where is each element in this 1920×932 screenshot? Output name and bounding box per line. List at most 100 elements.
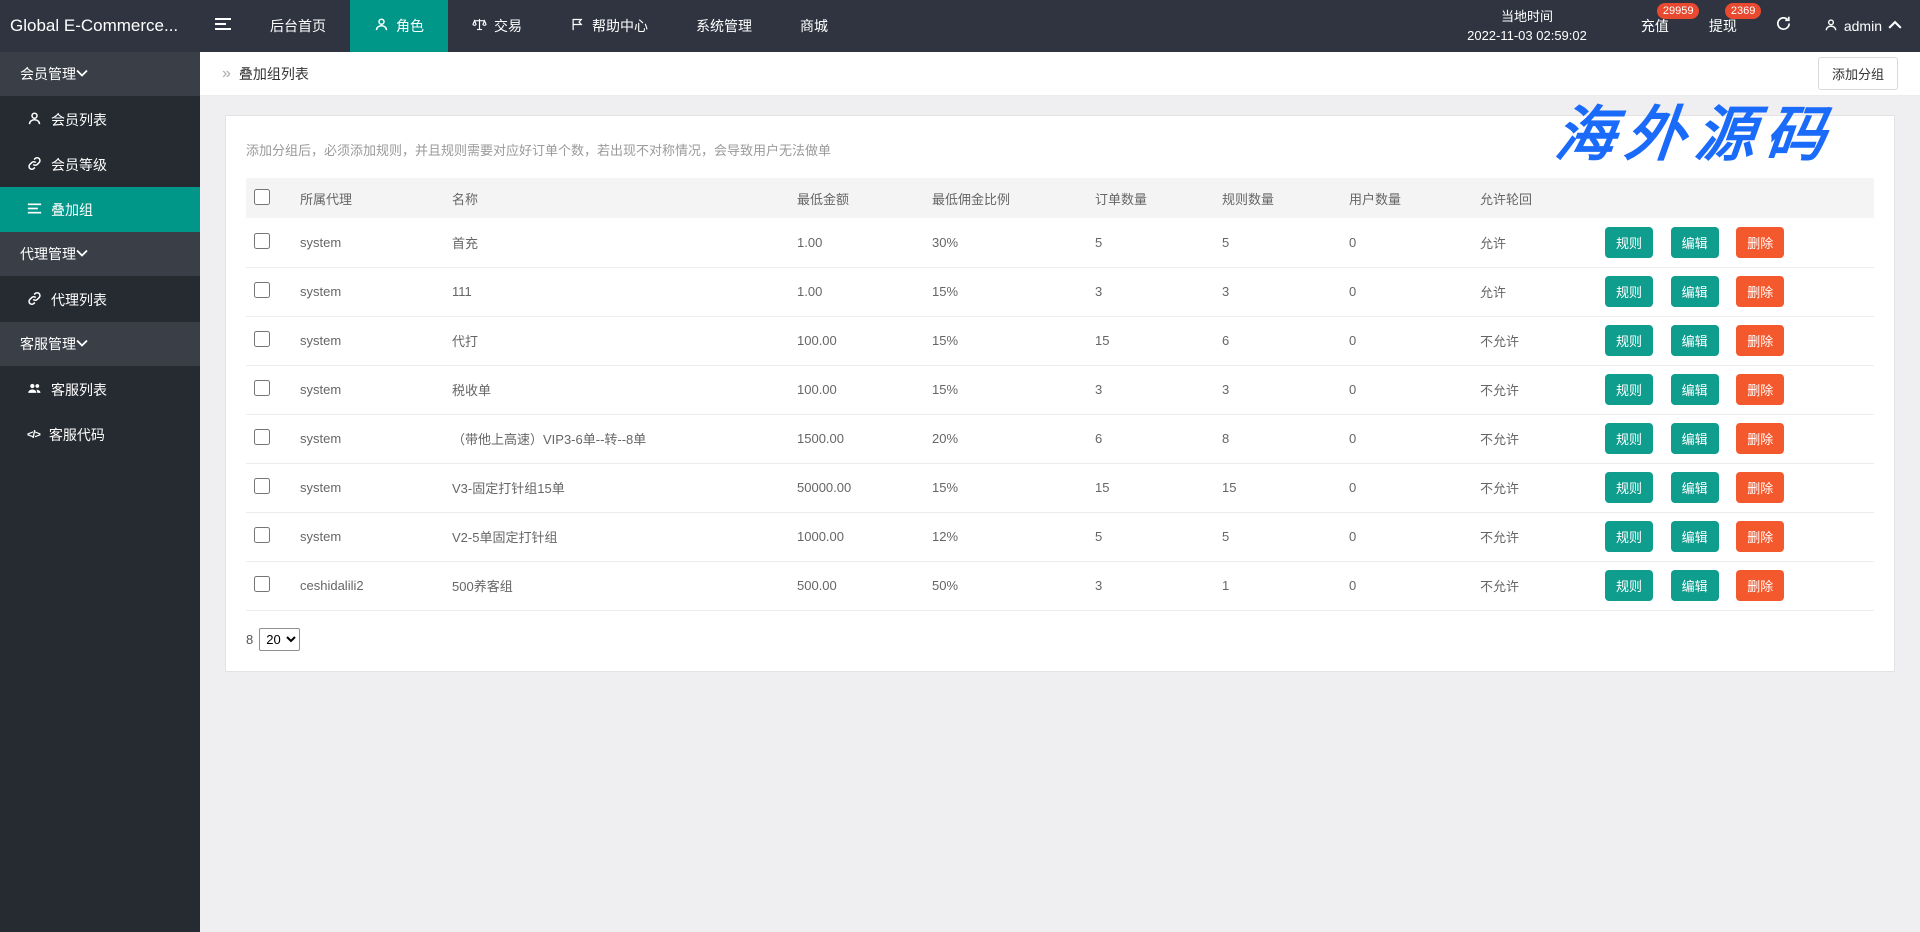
rule-button[interactable]: 规则 (1605, 570, 1653, 601)
withdraw-link[interactable]: 提现 2369 (1709, 16, 1737, 36)
cell-allow-loop: 允许 (1472, 267, 1597, 316)
sidebar-group-label: 代理管理 (20, 244, 76, 264)
cell-min-amount: 50000.00 (789, 463, 924, 512)
top-menu-dashboard[interactable]: 后台首页 (246, 0, 350, 52)
cell-order-count: 5 (1087, 512, 1214, 561)
cell-agent: system (292, 267, 444, 316)
top-menu-roles[interactable]: 角色 (350, 0, 448, 52)
delete-button[interactable]: 删除 (1736, 374, 1784, 405)
sidebar-item-service-list[interactable]: 客服列表 (0, 367, 200, 412)
cell-user-count: 0 (1341, 512, 1472, 561)
edit-button[interactable]: 编辑 (1671, 374, 1719, 405)
recharge-link[interactable]: 充值 29959 (1641, 16, 1669, 36)
cell-order-count: 3 (1087, 267, 1214, 316)
edit-button[interactable]: 编辑 (1671, 227, 1719, 258)
cell-min-commission: 15% (924, 365, 1087, 414)
edit-button[interactable]: 编辑 (1671, 570, 1719, 601)
cell-agent: system (292, 512, 444, 561)
add-group-button[interactable]: 添加分组 (1818, 57, 1898, 90)
sidebar-item-agent-list[interactable]: 代理列表 (0, 277, 200, 322)
edit-button[interactable]: 编辑 (1671, 472, 1719, 503)
total-count: 8 (246, 632, 253, 647)
cell-allow-loop: 不允许 (1472, 414, 1597, 463)
cell-name: 税收单 (444, 365, 789, 414)
rule-button[interactable]: 规则 (1605, 374, 1653, 405)
top-menu-mall[interactable]: 商城 (776, 0, 852, 52)
delete-button[interactable]: 删除 (1736, 472, 1784, 503)
cell-rule-count: 5 (1214, 218, 1341, 267)
delete-button[interactable]: 删除 (1736, 521, 1784, 552)
refresh-button[interactable] (1775, 15, 1792, 37)
table-row: system 税收单 100.00 15% 3 3 0 不允许 规则 编辑 删除 (246, 365, 1874, 414)
delete-button[interactable]: 删除 (1736, 423, 1784, 454)
table-row: system V3-固定打针组15单 50000.00 15% 15 15 0 … (246, 463, 1874, 512)
top-menu-label: 商城 (800, 16, 828, 36)
rule-button[interactable]: 规则 (1605, 472, 1653, 503)
delete-button[interactable]: 删除 (1736, 227, 1784, 258)
cell-min-commission: 50% (924, 561, 1087, 610)
sidebar-group-member-management[interactable]: 会员管理 (0, 52, 200, 96)
table-row: system 首充 1.00 30% 5 5 0 允许 规则 编辑 删除 (246, 218, 1874, 267)
local-time-value: 2022-11-03 02:59:02 (1467, 26, 1587, 46)
cell-rule-count: 6 (1214, 316, 1341, 365)
row-checkbox[interactable] (254, 478, 270, 494)
cell-agent: system (292, 414, 444, 463)
sidebar-item-stack-group[interactable]: 叠加组 (0, 187, 200, 232)
sidebar-item-member-list[interactable]: 会员列表 (0, 97, 200, 142)
edit-button[interactable]: 编辑 (1671, 276, 1719, 307)
rule-button[interactable]: 规则 (1605, 227, 1653, 258)
top-menu-label: 帮助中心 (592, 16, 648, 36)
row-checkbox[interactable] (254, 527, 270, 543)
row-checkbox[interactable] (254, 282, 270, 298)
cell-allow-loop: 不允许 (1472, 316, 1597, 365)
breadcrumb-arrows-icon: » (222, 65, 231, 83)
row-checkbox[interactable] (254, 380, 270, 396)
top-menu-system[interactable]: 系统管理 (672, 0, 776, 52)
row-checkbox[interactable] (254, 429, 270, 445)
cell-agent: system (292, 316, 444, 365)
cell-order-count: 6 (1087, 414, 1214, 463)
top-menu-trade[interactable]: 交易 (448, 0, 546, 52)
sidebar-group-agent-management[interactable]: 代理管理 (0, 232, 200, 276)
rule-button[interactable]: 规则 (1605, 276, 1653, 307)
top-menu-label: 后台首页 (270, 16, 326, 36)
edit-button[interactable]: 编辑 (1671, 423, 1719, 454)
chevron-down-icon (76, 336, 88, 352)
cell-order-count: 3 (1087, 561, 1214, 610)
top-menu-help-center[interactable]: 帮助中心 (546, 0, 672, 52)
delete-button[interactable]: 删除 (1736, 325, 1784, 356)
row-checkbox[interactable] (254, 331, 270, 347)
edit-button[interactable]: 编辑 (1671, 325, 1719, 356)
cell-name: 首充 (444, 218, 789, 267)
delete-button[interactable]: 删除 (1736, 276, 1784, 307)
row-checkbox[interactable] (254, 576, 270, 592)
delete-button[interactable]: 删除 (1736, 570, 1784, 601)
chevron-down-icon (76, 66, 88, 82)
cell-name: 500养客组 (444, 561, 789, 610)
rule-button[interactable]: 规则 (1605, 423, 1653, 454)
sidebar-item-label: 代理列表 (51, 290, 107, 310)
rule-button[interactable]: 规则 (1605, 521, 1653, 552)
cell-user-count: 0 (1341, 561, 1472, 610)
rule-button[interactable]: 规则 (1605, 325, 1653, 356)
sidebar-collapse-button[interactable] (200, 0, 246, 52)
scales-icon (472, 17, 487, 35)
header-min-amount: 最低金额 (789, 178, 924, 218)
sidebar-group-service-management[interactable]: 客服管理 (0, 322, 200, 366)
row-checkbox[interactable] (254, 233, 270, 249)
cell-user-count: 0 (1341, 267, 1472, 316)
sidebar-item-label: 会员等级 (51, 155, 107, 175)
page-size-select[interactable]: 20 (259, 628, 300, 651)
link-icon (27, 291, 42, 309)
cell-min-amount: 100.00 (789, 365, 924, 414)
edit-button[interactable]: 编辑 (1671, 521, 1719, 552)
admin-menu[interactable]: admin (1824, 18, 1902, 35)
sidebar-item-member-level[interactable]: 会员等级 (0, 142, 200, 187)
cell-min-amount: 500.00 (789, 561, 924, 610)
select-all-checkbox[interactable] (254, 189, 270, 205)
header-actions (1597, 178, 1874, 218)
header-rule-count: 规则数量 (1214, 178, 1341, 218)
cell-allow-loop: 不允许 (1472, 365, 1597, 414)
sidebar-item-service-code[interactable]: </> 客服代码 (0, 412, 200, 457)
sidebar-item-label: 客服列表 (51, 380, 107, 400)
